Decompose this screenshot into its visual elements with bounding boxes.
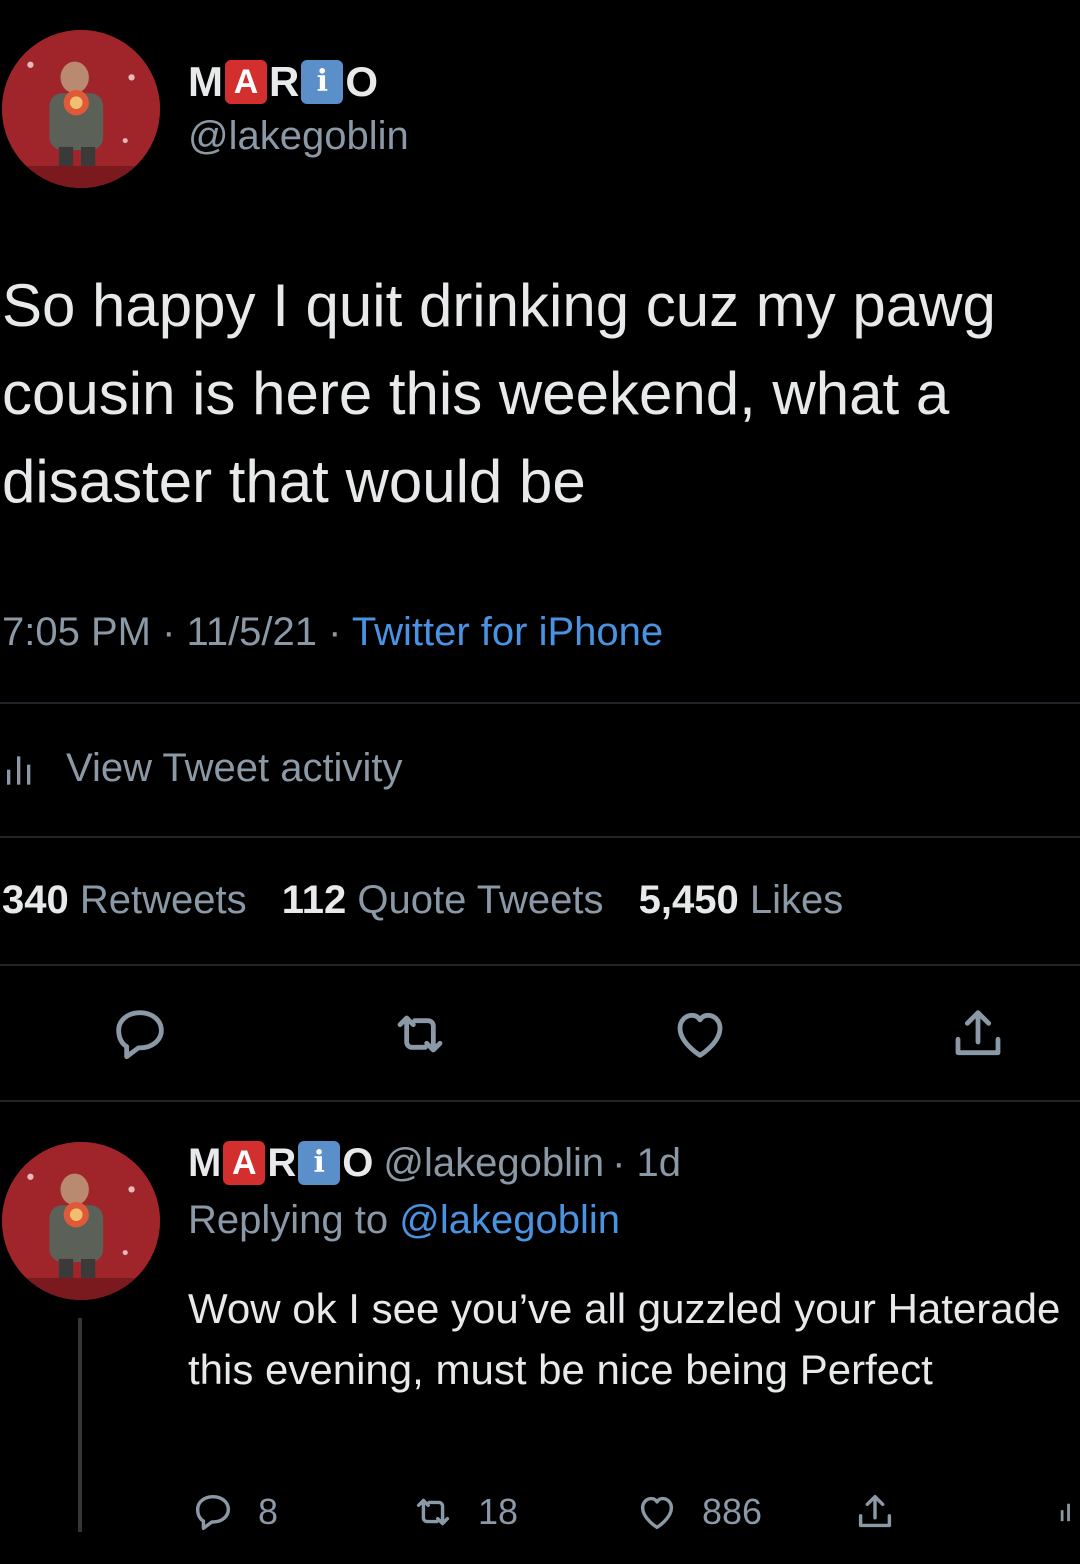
- retweet-button[interactable]: [388, 1002, 452, 1066]
- heart-icon: [677, 1012, 723, 1058]
- replying-prefix: Replying to: [188, 1198, 389, 1242]
- tweet-metadata: 7:05 PM · 11/5/21 · Twitter for iPhone: [2, 610, 663, 655]
- share-icon: [858, 1494, 892, 1528]
- name-letter: R: [269, 58, 300, 105]
- username-handle[interactable]: @lakegoblin: [188, 114, 409, 159]
- bar-chart-icon: [7, 756, 31, 785]
- name-letter: O: [345, 58, 379, 105]
- retweets-count: 340: [2, 878, 69, 922]
- activity-label: View Tweet activity: [66, 745, 403, 790]
- like-button[interactable]: 886: [634, 1486, 762, 1538]
- reply-count: 8: [258, 1491, 279, 1532]
- view-tweet-activity[interactable]: View Tweet activity: [2, 740, 402, 796]
- avatar-photo: [2, 1142, 160, 1300]
- reply-display-name[interactable]: M A R i O: [188, 1141, 373, 1185]
- divider: [0, 1100, 1080, 1102]
- tweet-action-bar: [0, 1002, 1080, 1072]
- reply-icon: [116, 1010, 164, 1060]
- letter-a-emoji: A: [225, 60, 267, 104]
- divider: [0, 836, 1080, 838]
- reply-username-handle[interactable]: @lakegoblin: [383, 1141, 604, 1186]
- heart-icon: [640, 1496, 674, 1530]
- retweets-label: Retweets: [79, 878, 247, 922]
- reply-timestamp[interactable]: · 1d: [612, 1141, 681, 1186]
- likes-count: 5,450: [638, 878, 739, 922]
- quotes-label: Quote Tweets: [357, 878, 604, 922]
- retweets-stat[interactable]: 340 Retweets: [2, 878, 247, 922]
- meta-separator: ·: [162, 610, 176, 654]
- information-emoji: i: [298, 1141, 341, 1185]
- like-button[interactable]: [668, 1002, 732, 1066]
- quotes-count: 112: [281, 878, 347, 922]
- letter-a-emoji: A: [223, 1141, 266, 1185]
- retweet-count: 18: [478, 1491, 519, 1532]
- divider: [0, 702, 1080, 704]
- like-count: 886: [702, 1491, 763, 1532]
- reply-text: Wow ok I see you’ve all guzzled your Hat…: [188, 1285, 1061, 1393]
- more-options-icon[interactable]: ⋮: [1070, 64, 1080, 99]
- name-letter: R: [267, 1141, 297, 1185]
- reply-icon: [195, 1494, 231, 1531]
- reply-header: M A R i O @lakegoblin · 1d: [188, 1137, 681, 1189]
- information-emoji: i: [301, 60, 344, 104]
- avatar[interactable]: [2, 30, 160, 188]
- reply-button[interactable]: 8: [190, 1486, 278, 1538]
- replying-to: Replying to @lakegoblin: [188, 1198, 620, 1243]
- divider: [0, 964, 1080, 966]
- likes-stat[interactable]: 5,450 Likes: [639, 878, 844, 922]
- tweet-text: So happy I quit drinking cuz my pawg cou…: [2, 272, 996, 515]
- likes-label: Likes: [749, 878, 844, 922]
- name-letter: O: [342, 1141, 374, 1185]
- tweet-source-link[interactable]: Twitter for iPhone: [352, 610, 663, 654]
- engagement-stats: 340 Retweets 112 Quote Tweets 5,450 Like…: [2, 878, 843, 923]
- name-letter: M: [188, 58, 223, 105]
- reply-activity-button[interactable]: [1058, 1486, 1080, 1538]
- meta-separator: ·: [328, 610, 342, 654]
- more-options-icon[interactable]: ⋮: [1070, 1142, 1080, 1177]
- share-icon: [955, 1010, 1001, 1056]
- reply-button[interactable]: [108, 1002, 172, 1066]
- retweet-icon: [397, 1015, 443, 1053]
- quote-tweets-stat[interactable]: 112 Quote Tweets: [282, 878, 604, 922]
- avatar-photo: [2, 30, 160, 188]
- reply-avatar[interactable]: [2, 1142, 160, 1300]
- replying-to-link[interactable]: @lakegoblin: [399, 1198, 620, 1242]
- reply-action-bar: 8 18 886: [0, 1486, 1080, 1538]
- tweet-time[interactable]: 7:05 PM: [2, 610, 151, 654]
- retweet-button[interactable]: 18: [410, 1486, 518, 1538]
- display-name[interactable]: M A R i O: [188, 56, 378, 108]
- share-button[interactable]: [946, 1002, 1010, 1066]
- tweet-date[interactable]: 11/5/21: [187, 610, 318, 654]
- retweet-icon: [416, 1498, 450, 1526]
- share-button[interactable]: [852, 1486, 920, 1538]
- bar-chart-icon: [1060, 1503, 1070, 1522]
- name-letter: M: [188, 1141, 222, 1185]
